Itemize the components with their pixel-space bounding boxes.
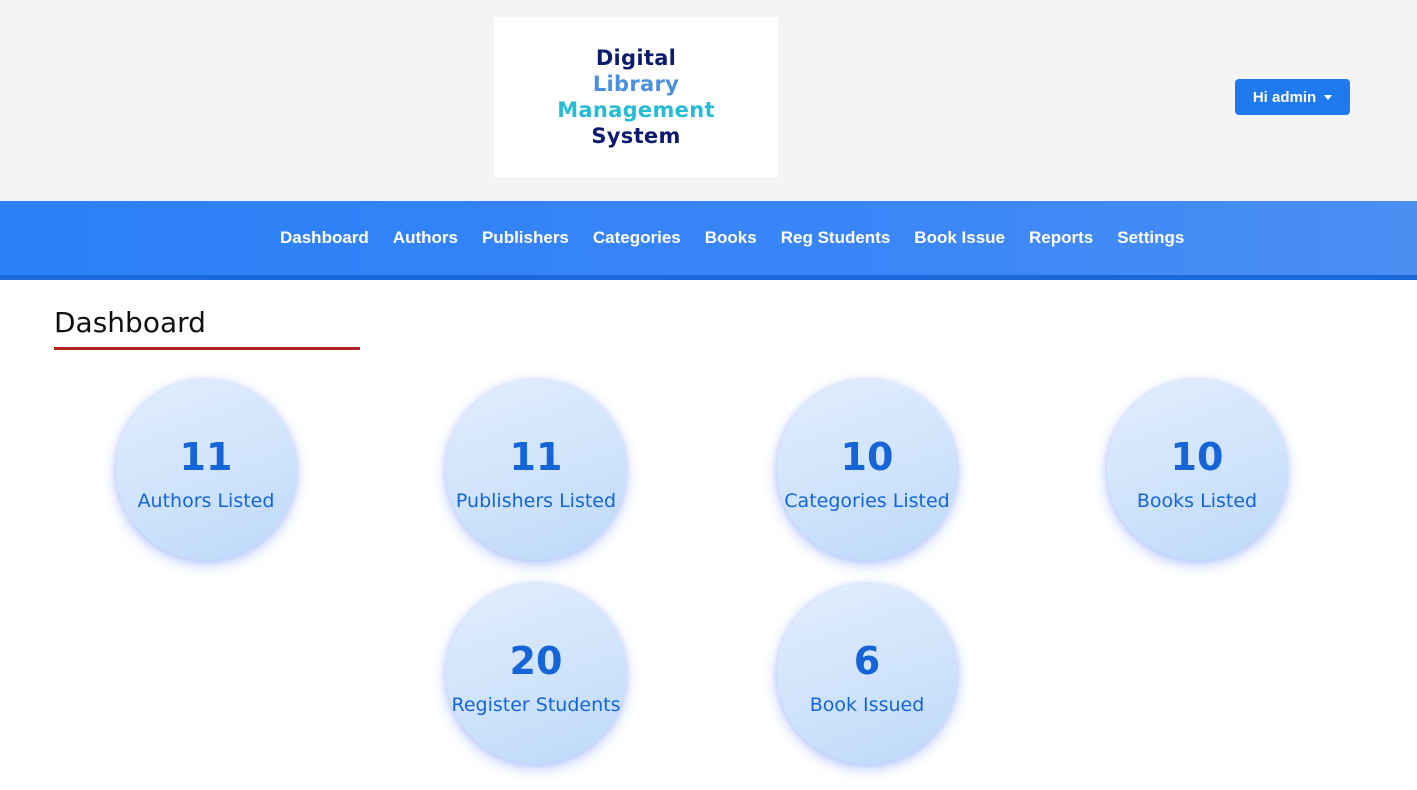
stat-value: 11 [509, 435, 563, 479]
nav-item-reports[interactable]: Reports [1017, 228, 1105, 248]
title-underline [54, 347, 360, 350]
stat-label: Publishers Listed [455, 490, 617, 512]
stat-label: Register Students [451, 694, 621, 716]
nav-item-categories[interactable]: Categories [581, 228, 693, 248]
stat-card-authors[interactable]: 11 Authors Listed [116, 380, 296, 560]
nav-item-books[interactable]: Books [693, 228, 769, 248]
stat-label: Categories Listed [784, 490, 950, 512]
stat-card-books[interactable]: 10 Books Listed [1107, 380, 1287, 560]
nav-item-book-issue[interactable]: Book Issue [902, 228, 1017, 248]
main-navbar: Dashboard Authors Publishers Categories … [0, 201, 1417, 280]
stat-card-register-students[interactable]: 20 Register Students [446, 584, 626, 764]
site-logo[interactable]: Digital Library Management System [494, 17, 778, 177]
header: Digital Library Management System Hi adm… [0, 0, 1417, 201]
stat-card-book-issued[interactable]: 6 Book Issued [777, 584, 957, 764]
nav-item-publishers[interactable]: Publishers [470, 228, 581, 248]
stat-value: 11 [179, 435, 233, 479]
nav-item-reg-students[interactable]: Reg Students [769, 228, 903, 248]
stat-value: 6 [853, 639, 881, 683]
stat-label: Book Issued [809, 694, 925, 716]
logo-line-system: System [591, 124, 681, 148]
nav-item-dashboard[interactable]: Dashboard [268, 228, 381, 248]
stat-value: 10 [1170, 435, 1224, 479]
logo-line-digital: Digital [595, 46, 677, 70]
nav-item-settings[interactable]: Settings [1105, 228, 1196, 248]
nav-item-authors[interactable]: Authors [381, 228, 470, 248]
stat-card-publishers[interactable]: 11 Publishers Listed [446, 380, 626, 560]
stat-card-categories[interactable]: 10 Categories Listed [777, 380, 957, 560]
page-title: Dashboard [54, 306, 206, 339]
stat-label: Books Listed [1136, 490, 1258, 512]
stat-value: 20 [509, 639, 563, 683]
logo-line-management: Management [557, 98, 715, 122]
stat-value: 10 [840, 435, 894, 479]
nav-list: Dashboard Authors Publishers Categories … [268, 201, 1196, 275]
logo-line-library: Library [592, 72, 680, 96]
user-menu-label: Hi admin [1252, 88, 1317, 106]
caret-down-icon [1324, 94, 1333, 100]
stat-label: Authors Listed [137, 490, 275, 512]
user-menu-button[interactable]: Hi admin [1235, 79, 1350, 115]
